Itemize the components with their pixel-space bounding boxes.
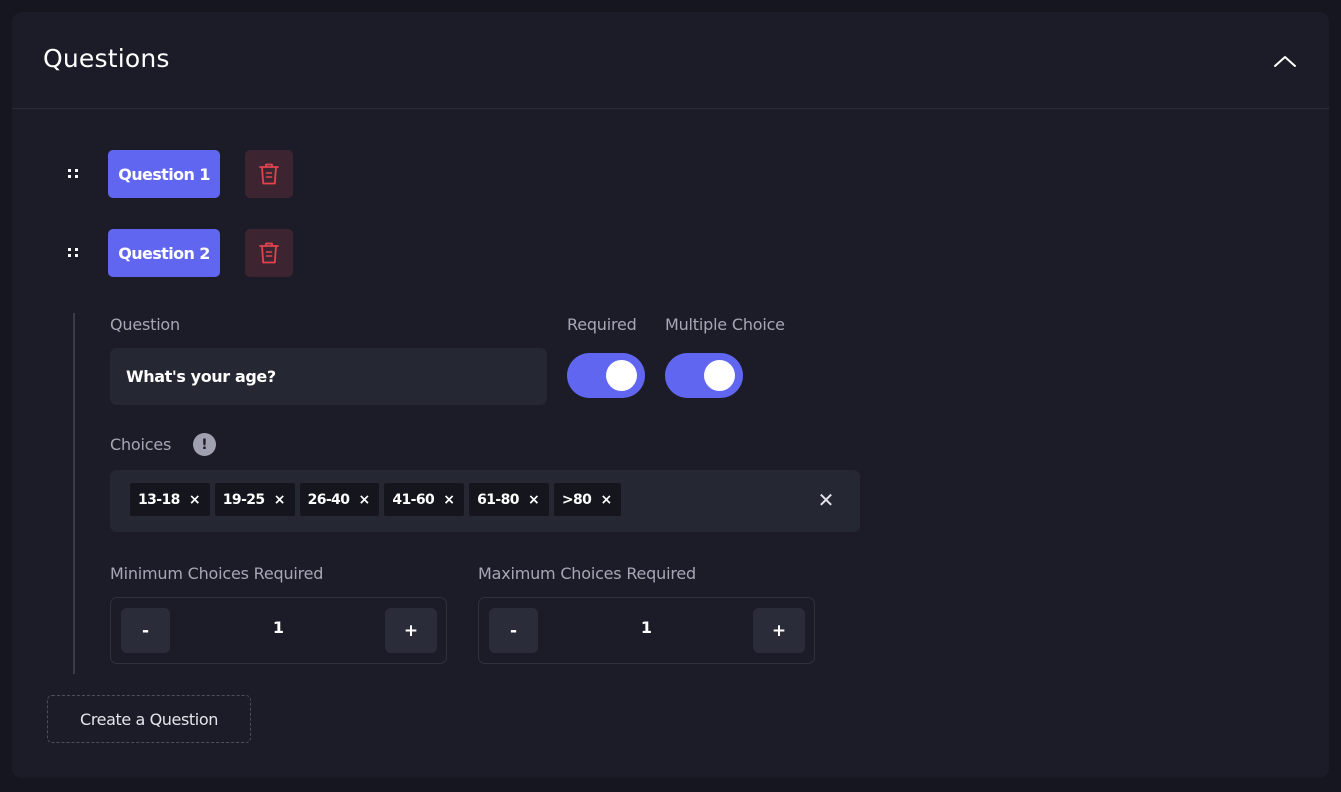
- choice-chip: 26-40 ×: [299, 483, 380, 516]
- min-increment-button[interactable]: +: [385, 608, 437, 653]
- max-choices-label: Maximum Choices Required: [478, 564, 696, 583]
- question-2-button[interactable]: Question 2: [108, 229, 220, 277]
- max-decrement-button[interactable]: -: [489, 608, 538, 653]
- min-choices-value[interactable]: 1: [171, 618, 386, 637]
- remove-chip-icon[interactable]: ×: [519, 492, 549, 508]
- question-input[interactable]: What's your age?: [110, 348, 547, 405]
- min-choices-label: Minimum Choices Required: [110, 564, 324, 583]
- choice-chip: >80 ×: [553, 483, 622, 516]
- drag-handle-icon[interactable]: [68, 168, 82, 180]
- choice-chip-label: 61-80: [477, 491, 519, 508]
- choice-chips: 13-18 × 19-25 × 26-40 × 41-60 × 61-80 × …: [130, 483, 622, 516]
- remove-chip-icon[interactable]: ×: [434, 492, 464, 508]
- choice-chip: 19-25 ×: [214, 483, 295, 516]
- trash-icon: [259, 163, 279, 185]
- remove-chip-icon[interactable]: ×: [591, 492, 621, 508]
- choices-label: Choices: [110, 435, 172, 454]
- choice-chip: 41-60 ×: [384, 483, 465, 516]
- questions-panel: Questions Question 1 Question 2 Question…: [12, 12, 1329, 778]
- editor-divider: [73, 313, 75, 674]
- drag-handle-icon[interactable]: [68, 247, 82, 259]
- multiple-choice-label: Multiple Choice: [665, 315, 785, 334]
- choice-chip-label: >80: [561, 491, 592, 508]
- collapse-button[interactable]: [1270, 46, 1300, 76]
- min-decrement-button[interactable]: -: [121, 608, 170, 653]
- panel-title: Questions: [43, 44, 170, 73]
- clear-all-icon[interactable]: ✕: [816, 488, 836, 512]
- choice-chip: 61-80 ×: [469, 483, 549, 516]
- delete-question-2-button[interactable]: [245, 229, 293, 277]
- info-icon[interactable]: !: [193, 433, 216, 456]
- required-label: Required: [567, 315, 637, 334]
- choices-input[interactable]: 13-18 × 19-25 × 26-40 × 41-60 × 61-80 × …: [110, 470, 860, 532]
- chevron-up-icon: [1274, 56, 1296, 67]
- remove-chip-icon[interactable]: ×: [349, 492, 379, 508]
- delete-question-1-button[interactable]: [245, 150, 293, 198]
- required-toggle[interactable]: [567, 353, 645, 398]
- choice-chip-label: 41-60: [392, 491, 435, 508]
- question-label: Question: [110, 315, 180, 334]
- create-question-button[interactable]: Create a Question: [47, 695, 251, 743]
- min-choices-stepper: - 1 +: [110, 597, 447, 664]
- remove-chip-icon[interactable]: ×: [180, 492, 210, 508]
- trash-icon: [259, 242, 279, 264]
- choice-chip-label: 13-18: [138, 491, 180, 508]
- choice-chip-label: 26-40: [307, 491, 350, 508]
- choice-chip: 13-18 ×: [130, 483, 210, 516]
- question-1-button[interactable]: Question 1: [108, 150, 220, 198]
- toggle-knob: [606, 360, 637, 391]
- max-choices-value[interactable]: 1: [539, 618, 754, 637]
- toggle-knob: [704, 360, 735, 391]
- max-increment-button[interactable]: +: [753, 608, 805, 653]
- remove-chip-icon[interactable]: ×: [265, 492, 295, 508]
- choice-chip-label: 19-25: [222, 491, 265, 508]
- multiple-choice-toggle[interactable]: [665, 353, 743, 398]
- panel-header: Questions: [12, 12, 1329, 109]
- max-choices-stepper: - 1 +: [478, 597, 815, 664]
